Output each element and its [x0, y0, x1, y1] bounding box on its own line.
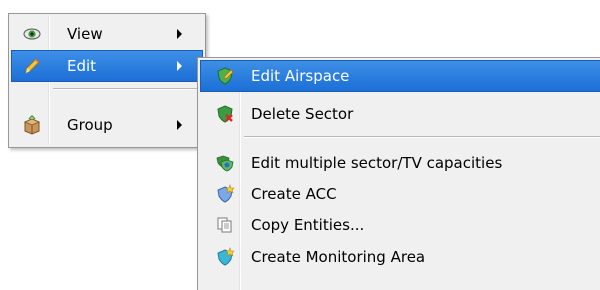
edit-submenu: Edit Airspace Delete Sector Edit multipl… [197, 57, 600, 290]
menu-item-group-label: Group [67, 116, 113, 134]
menu-item-delete-sector-label: Delete Sector [251, 105, 354, 123]
menu-item-edit-airspace-label: Edit Airspace [251, 67, 350, 85]
menu-item-copy-entities[interactable]: Copy Entities... [200, 209, 600, 241]
menu-item-view[interactable]: View [11, 18, 203, 50]
menu-item-edit-airspace[interactable]: Edit Airspace [200, 60, 600, 92]
submenu-arrow-icon [177, 120, 182, 130]
screen: View Edit Group Edit Airspace Delete Sec… [0, 0, 600, 290]
menu-item-group[interactable]: Group [11, 109, 203, 141]
package-icon [22, 114, 42, 135]
menu-item-edit-multiple-capacities-label: Edit multiple sector/TV capacities [251, 154, 503, 172]
menu-item-edit-label: Edit [67, 57, 97, 75]
menu-item-copy-entities-label: Copy Entities... [251, 216, 365, 234]
pencil-icon [22, 56, 42, 76]
menu-item-delete-sector[interactable]: Delete Sector [200, 98, 600, 130]
shield-delete-icon [215, 104, 235, 124]
menu-separator [53, 88, 201, 90]
multiple-sectors-icon [215, 153, 235, 173]
eye-icon [22, 24, 42, 44]
copy-icon [215, 215, 235, 235]
create-monitoring-area-icon [215, 247, 235, 267]
menu-item-create-acc[interactable]: Create ACC [200, 178, 600, 210]
context-menu: View Edit Group [8, 13, 206, 148]
submenu-arrow-icon [177, 61, 182, 71]
shield-pencil-icon [215, 66, 235, 86]
submenu-arrow-icon [177, 29, 182, 39]
menu-item-edit[interactable]: Edit [11, 50, 203, 82]
menu-item-create-monitoring-area-label: Create Monitoring Area [251, 248, 426, 266]
menu-separator [244, 136, 600, 138]
menu-item-edit-multiple-capacities[interactable]: Edit multiple sector/TV capacities [200, 147, 600, 179]
menu-item-view-label: View [67, 25, 103, 43]
menu-item-create-acc-label: Create ACC [251, 185, 337, 203]
create-acc-icon [215, 184, 235, 204]
menu-item-create-monitoring-area[interactable]: Create Monitoring Area [200, 241, 600, 273]
